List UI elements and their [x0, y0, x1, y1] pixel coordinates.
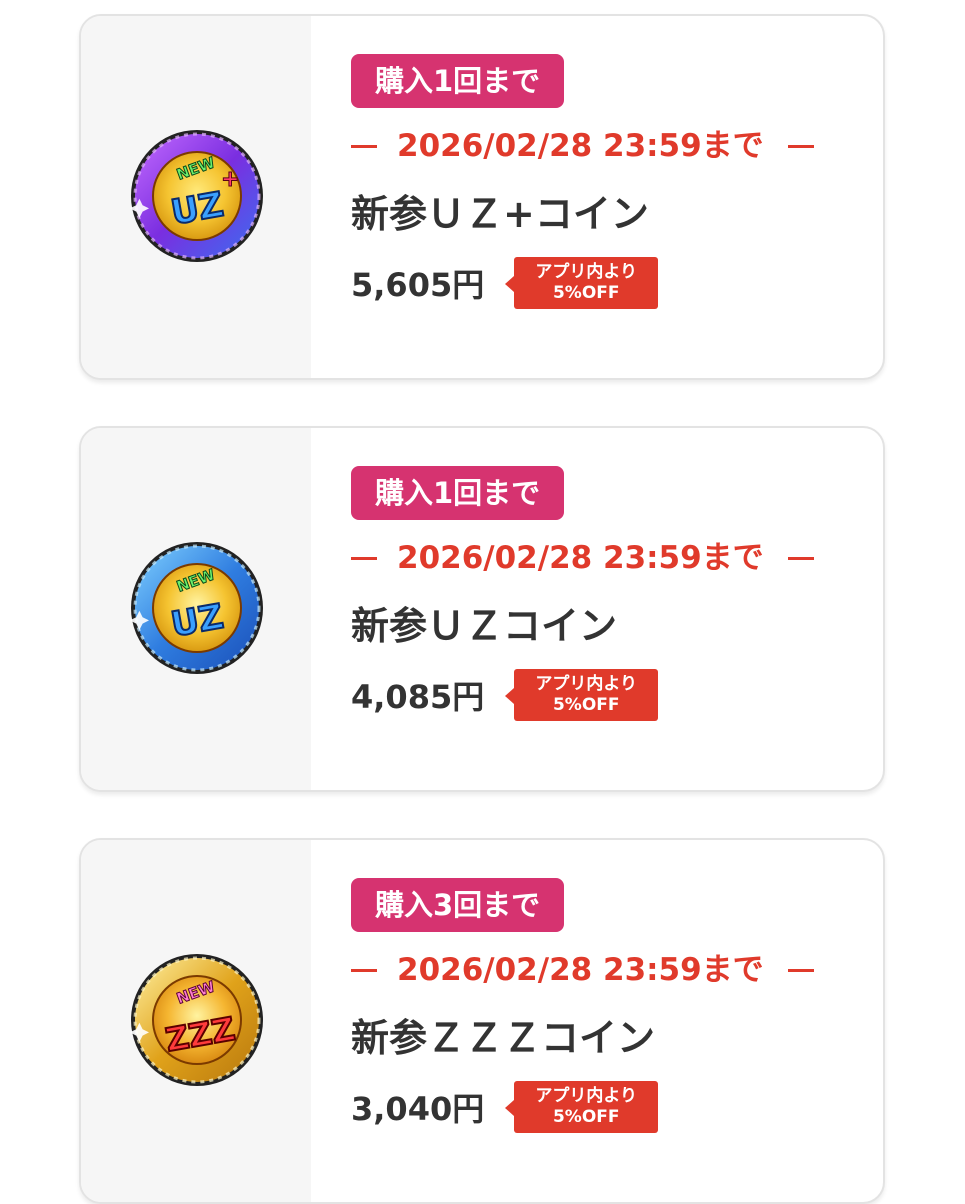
purchase-limit-badge: 購入3回まで	[351, 878, 565, 932]
product-card-uz[interactable]: NEW UZ 購入1回まで 2026/02/28 23:59まで 新参ＵＺコイン…	[79, 426, 885, 792]
icon-panel: NEW UZ	[81, 428, 311, 790]
discount-value: 5%OFF	[552, 695, 620, 715]
product-price: 5,605円	[351, 266, 485, 304]
deadline-row: 2026/02/28 23:59まで	[351, 538, 863, 578]
deadline-dash-right	[787, 556, 814, 560]
product-info: 購入1回まで 2026/02/28 23:59まで 新参ＵＺコイン 4,085円…	[351, 466, 863, 722]
new-uz-coin-icon: NEW UZ	[129, 542, 263, 674]
deadline-row: 2026/02/28 23:59まで	[351, 950, 863, 990]
price-row: 3,040円 アプリ内より 5%OFF	[351, 1080, 863, 1134]
icon-panel: NEW ZZZ	[81, 840, 311, 1202]
product-info: 購入1回まで 2026/02/28 23:59まで 新参ＵＺ+コイン 5,605…	[351, 54, 863, 310]
product-name: 新参ＵＺコイン	[351, 604, 618, 648]
svg-text:+: +	[221, 167, 239, 192]
discount-value: 5%OFF	[552, 1107, 620, 1127]
discount-label: アプリ内より	[535, 1086, 638, 1106]
discount-label: アプリ内より	[535, 262, 638, 282]
product-card-uz-plus[interactable]: NEW UZ + 購入1回まで 2026/02/28 23:59まで 新参ＵＺ+…	[79, 14, 885, 380]
deadline-text: 2026/02/28 23:59まで	[397, 952, 764, 988]
product-info: 購入3回まで 2026/02/28 23:59まで 新参ＺＺＺコイン 3,040…	[351, 878, 863, 1134]
deadline-dash-right	[787, 144, 814, 148]
deadline-text: 2026/02/28 23:59まで	[397, 540, 764, 576]
purchase-limit-badge: 購入1回まで	[351, 466, 565, 520]
product-card-zzz[interactable]: NEW ZZZ 購入3回まで 2026/02/28 23:59まで 新参ＺＺＺコ…	[79, 838, 885, 1204]
new-zzz-coin-icon: NEW ZZZ	[129, 954, 263, 1086]
discount-badge: アプリ内より 5%OFF	[505, 257, 659, 309]
discount-badge: アプリ内より 5%OFF	[505, 669, 659, 721]
deadline-row: 2026/02/28 23:59まで	[351, 126, 863, 166]
product-name: 新参ＵＺ+コイン	[351, 192, 649, 236]
discount-badge: アプリ内より 5%OFF	[505, 1081, 659, 1133]
product-price: 4,085円	[351, 678, 485, 716]
deadline-dash-left	[351, 144, 377, 148]
discount-label: アプリ内より	[535, 674, 638, 694]
price-row: 5,605円 アプリ内より 5%OFF	[351, 256, 863, 310]
product-price: 3,040円	[351, 1090, 485, 1128]
price-row: 4,085円 アプリ内より 5%OFF	[351, 668, 863, 722]
deadline-dash-left	[351, 968, 377, 972]
deadline-dash-right	[787, 968, 814, 972]
icon-panel: NEW UZ +	[81, 16, 311, 378]
purchase-limit-badge: 購入1回まで	[351, 54, 565, 108]
product-name: 新参ＺＺＺコイン	[351, 1016, 656, 1060]
deadline-dash-left	[351, 556, 377, 560]
new-uz-plus-coin-icon: NEW UZ +	[129, 130, 263, 262]
deadline-text: 2026/02/28 23:59まで	[397, 128, 764, 164]
discount-value: 5%OFF	[552, 283, 620, 303]
